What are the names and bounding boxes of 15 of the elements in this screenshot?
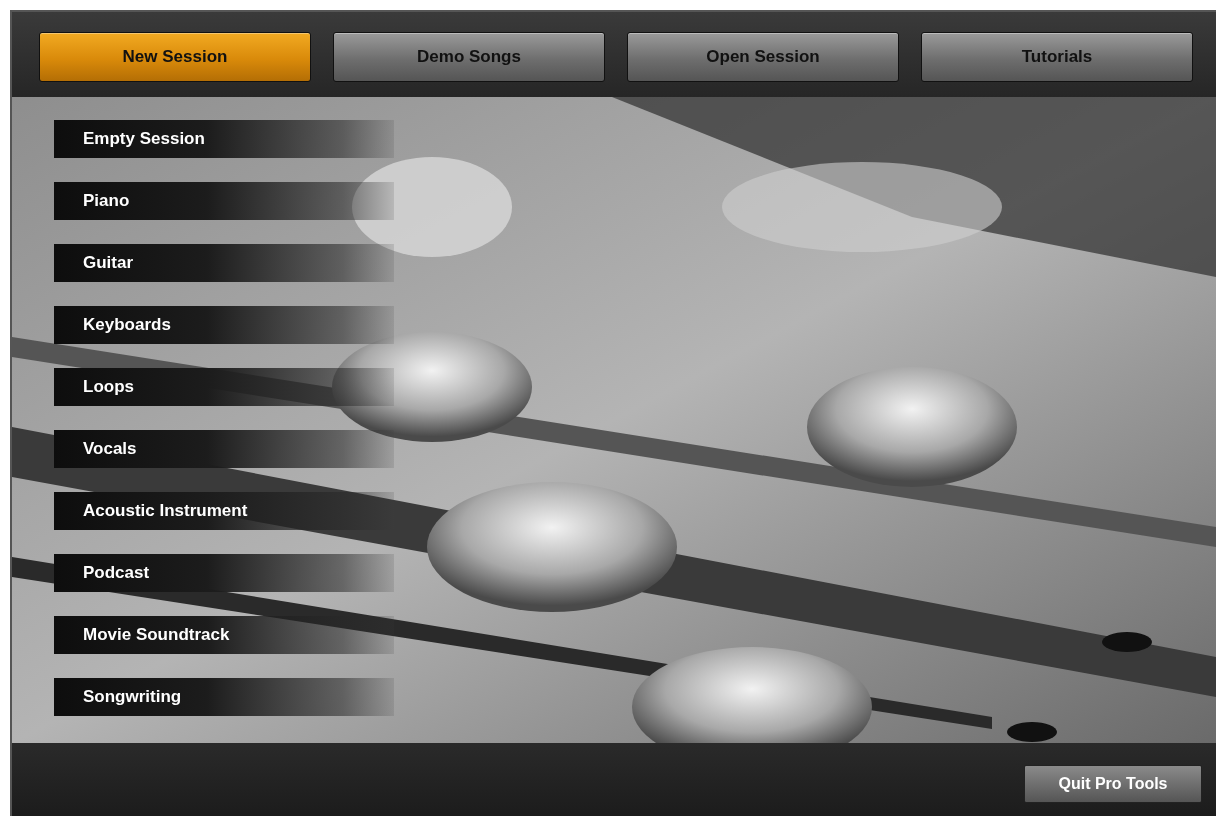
template-item[interactable]: Piano [54,182,394,220]
quit-button[interactable]: Quit Pro Tools [1024,765,1202,803]
template-item[interactable]: Empty Session [54,120,394,158]
tab[interactable]: Tutorials [921,32,1193,82]
template-item[interactable]: Guitar [54,244,394,282]
template-item[interactable]: Acoustic Instrument [54,492,394,530]
template-item[interactable]: Keyboards [54,306,394,344]
template-item[interactable]: Vocals [54,430,394,468]
tab[interactable]: Open Session [627,32,899,82]
template-item[interactable]: Songwriting [54,678,394,716]
tab[interactable]: New Session [39,32,311,82]
template-item[interactable]: Movie Soundtrack [54,616,394,654]
template-item[interactable]: Podcast [54,554,394,592]
tab[interactable]: Demo Songs [333,32,605,82]
template-item[interactable]: Loops [54,368,394,406]
